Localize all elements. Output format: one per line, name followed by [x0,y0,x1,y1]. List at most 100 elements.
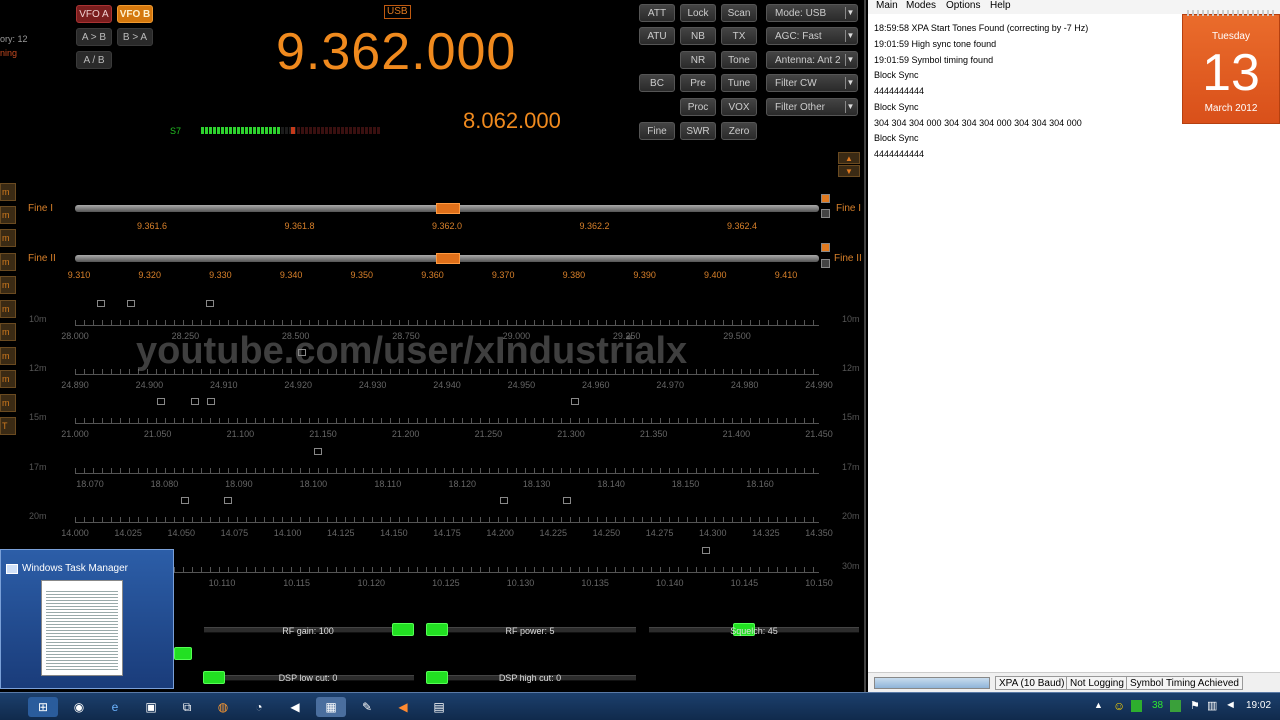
fine-button[interactable]: Fine [639,122,675,140]
vfo-a-button[interactable]: VFO A [76,5,112,23]
internet-explorer-icon[interactable]: e [100,697,130,717]
station-marker[interactable] [571,398,579,405]
main-frequency-display[interactable]: 9.362.000 [276,22,516,82]
band-tab[interactable]: m [0,229,16,247]
station-marker[interactable] [127,300,135,307]
rf-power-knob[interactable] [426,623,448,636]
tx-button[interactable]: TX [721,27,757,45]
nr-button[interactable]: NR [680,51,716,69]
station-marker[interactable] [207,398,215,405]
scan-button[interactable]: Scan [721,4,757,22]
station-marker[interactable] [97,300,105,307]
task-manager-thumbnail[interactable]: Windows Task Manager [0,549,174,689]
audio-app-icon[interactable]: ◀ [388,697,418,717]
band-tab[interactable]: m [0,300,16,318]
clock[interactable]: 19:02 [1246,700,1271,711]
vfo-b-button[interactable]: VFO B [117,5,153,23]
radio-icon[interactable]: ◔ [244,697,274,717]
station-marker[interactable] [206,300,214,307]
filter-other-dropdown[interactable]: Filter Other ▼ [766,98,858,116]
station-marker[interactable] [157,398,165,405]
rf-gain-knob[interactable] [392,623,414,636]
fine2-tick-label: 9.340 [279,270,303,280]
band-tick-label: 21.100 [226,429,255,439]
task-manager-taskbar-icon[interactable]: ▦ [316,697,346,717]
filter-cw-dropdown[interactable]: Filter CW ▼ [766,74,858,92]
notepad-icon[interactable]: ✎ [352,697,382,717]
vox-button[interactable]: VOX [721,98,757,116]
firefox-icon[interactable]: ◍ [208,697,238,717]
sub-frequency-display[interactable]: 8.062.000 [463,108,561,134]
task-manager-preview [41,580,123,676]
band-scale-10m[interactable] [75,314,819,326]
band-tab[interactable]: m [0,394,16,412]
band-tab[interactable]: m [0,183,16,201]
band-tab[interactable]: T [0,417,16,435]
app-icon[interactable]: ▣ [136,697,166,717]
band-tab[interactable]: m [0,370,16,388]
att-button[interactable]: ATT [639,4,675,22]
station-marker[interactable] [702,547,710,554]
tray-green-icon[interactable] [1170,700,1181,712]
station-marker[interactable] [563,497,571,504]
fine2-up-icon[interactable] [821,243,830,252]
band-scale-17m[interactable] [75,462,819,474]
band-tab[interactable]: m [0,206,16,224]
menu-modes[interactable]: Modes [906,0,936,11]
menu-help[interactable]: Help [990,0,1011,11]
bc-button[interactable]: BC [639,74,675,92]
scroll-down-icon[interactable]: ▼ [838,165,860,177]
fine2-down-icon[interactable] [821,259,830,268]
fine1-up-icon[interactable] [821,194,830,203]
mode-dropdown[interactable]: Mode: USB ▼ [766,4,858,22]
tray-smiley-icon[interactable]: ☺ [1113,699,1125,713]
station-marker[interactable] [500,497,508,504]
tray-app-icon[interactable] [1131,700,1142,712]
network-icon[interactable]: ⧉ [172,697,202,717]
agc-dropdown[interactable]: AGC: Fast ▼ [766,27,858,45]
station-marker[interactable] [181,497,189,504]
document-icon[interactable]: ▤ [424,697,454,717]
antenna-dropdown[interactable]: Antenna: Ant 2 ▼ [766,51,858,69]
band-tab[interactable]: m [0,276,16,294]
media-icon[interactable]: ◀ [280,697,310,717]
fine1-down-icon[interactable] [821,209,830,218]
chrome-icon[interactable]: ◉ [64,697,94,717]
band-scale-20m[interactable] [75,511,819,523]
station-marker[interactable] [224,497,232,504]
tune-button[interactable]: Tune [721,74,757,92]
station-marker[interactable] [314,448,322,455]
band-scale-30m[interactable] [75,561,819,573]
tone-button[interactable]: Tone [721,51,757,69]
band-tab[interactable]: m [0,347,16,365]
tray-flag-icon[interactable]: ⚑ [1190,699,1200,712]
menu-main[interactable]: Main [876,0,898,11]
calendar-gadget[interactable]: Tuesday 13 March 2012 [1182,10,1280,124]
station-marker[interactable] [191,398,199,405]
band-tab[interactable]: m [0,253,16,271]
fine2-label-left: Fine II [28,253,56,264]
fine1-cursor[interactable] [436,203,460,214]
band-scale-15m[interactable] [75,412,819,424]
pre-button[interactable]: Pre [680,74,716,92]
tray-network-icon[interactable]: ▥ [1207,699,1217,712]
zero-button[interactable]: Zero [721,122,757,140]
atu-button[interactable]: ATU [639,27,675,45]
start-button[interactable]: ⊞ [28,697,58,717]
a-to-b-button[interactable]: A > B [76,28,112,46]
menu-options[interactable]: Options [946,0,980,11]
nb-button[interactable]: NB [680,27,716,45]
tray-volume-icon[interactable]: ◄ [1225,699,1236,711]
dsp-high-knob[interactable] [426,671,448,684]
proc-button[interactable]: Proc [680,98,716,116]
a-slash-b-button[interactable]: A / B [76,51,112,69]
swr-button[interactable]: SWR [680,122,716,140]
fine2-cursor[interactable] [436,253,460,264]
dsp-low-knob[interactable] [203,671,225,684]
band-tab[interactable]: m [0,323,16,341]
volume-knob[interactable] [174,647,192,660]
tray-expand-icon[interactable]: ▲ [1094,700,1103,710]
b-to-a-button[interactable]: B > A [117,28,153,46]
lock-button[interactable]: Lock [680,4,716,22]
scroll-up-icon[interactable]: ▲ [838,152,860,164]
